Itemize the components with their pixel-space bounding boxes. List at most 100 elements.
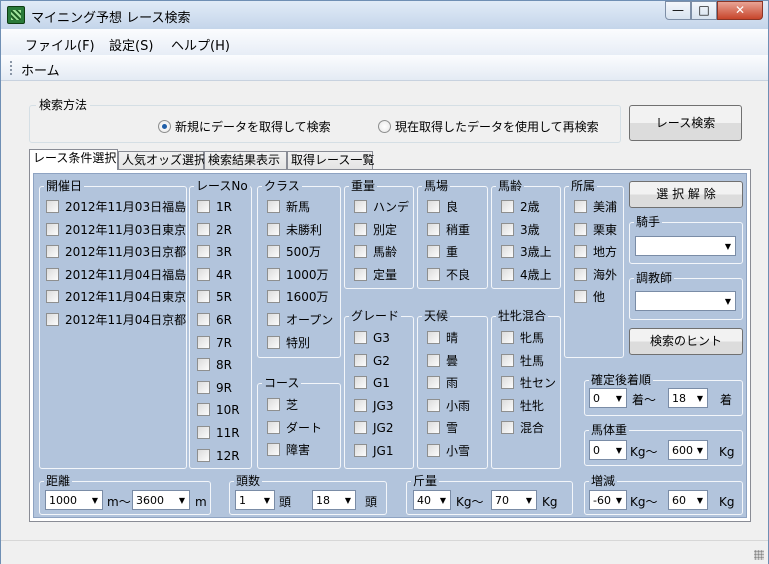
search-hint-button[interactable]: 検索のヒント	[629, 328, 743, 355]
kaisai-checkbox-label[interactable]: 2012年11月03日京都	[65, 245, 186, 259]
weather-checkbox-label[interactable]: 雪	[446, 421, 458, 435]
age-checkbox-label[interactable]: 4歳上	[520, 268, 552, 282]
race-no-checkbox[interactable]	[197, 336, 210, 349]
race-no-checkbox[interactable]	[197, 200, 210, 213]
change-from-select[interactable]: -60 ▼	[589, 490, 627, 510]
weight-type-checkbox-label[interactable]: 馬齢	[373, 245, 397, 259]
radio-new-data-label[interactable]: 新規にデータを取得して検索	[175, 120, 331, 134]
track-checkbox[interactable]	[427, 223, 440, 236]
close-button[interactable]: ✕	[717, 1, 763, 20]
track-checkbox[interactable]	[427, 245, 440, 258]
distance-to-select[interactable]: 3600 ▼	[132, 490, 190, 510]
kaisai-checkbox[interactable]	[46, 313, 59, 326]
distance-from-select[interactable]: 1000 ▼	[45, 490, 103, 510]
track-checkbox-label[interactable]: 重	[446, 245, 458, 259]
affiliation-checkbox[interactable]	[574, 200, 587, 213]
affiliation-checkbox[interactable]	[574, 223, 587, 236]
weather-checkbox[interactable]	[427, 354, 440, 367]
race-no-checkbox-label[interactable]: 3R	[216, 245, 232, 259]
race-no-checkbox-label[interactable]: 7R	[216, 336, 232, 350]
weather-checkbox-label[interactable]: 曇	[446, 354, 458, 368]
sex-checkbox[interactable]	[501, 421, 514, 434]
grade-checkbox-label[interactable]: JG1	[373, 444, 393, 458]
age-checkbox[interactable]	[501, 223, 514, 236]
menu-help[interactable]: ヘルプ(H)	[171, 35, 230, 54]
course-checkbox-label[interactable]: ダート	[286, 421, 322, 435]
race-no-checkbox[interactable]	[197, 358, 210, 371]
race-no-checkbox[interactable]	[197, 426, 210, 439]
toolbar-grip-icon[interactable]	[10, 61, 12, 75]
track-checkbox[interactable]	[427, 200, 440, 213]
resize-grip-icon[interactable]	[754, 550, 764, 560]
grade-checkbox-label[interactable]: JG2	[373, 421, 393, 435]
course-checkbox[interactable]	[267, 443, 280, 456]
grade-checkbox-label[interactable]: JG3	[373, 399, 393, 413]
grade-checkbox[interactable]	[354, 421, 367, 434]
grade-checkbox-label[interactable]: G3	[373, 331, 390, 345]
tab-race-conditions[interactable]: レース条件選択	[29, 149, 118, 170]
course-checkbox-label[interactable]: 障害	[286, 443, 310, 457]
class-checkbox-label[interactable]: 未勝利	[286, 223, 322, 237]
age-checkbox[interactable]	[501, 268, 514, 281]
weight-type-checkbox[interactable]	[354, 200, 367, 213]
weight-type-checkbox-label[interactable]: ハンデ	[373, 200, 409, 214]
class-checkbox-label[interactable]: 特別	[286, 336, 310, 350]
class-checkbox[interactable]	[267, 290, 280, 303]
affiliation-checkbox[interactable]	[574, 290, 587, 303]
change-to-select[interactable]: 60 ▼	[668, 490, 708, 510]
finish-to-select[interactable]: 18 ▼	[668, 388, 708, 408]
track-checkbox-label[interactable]: 良	[446, 200, 458, 214]
kaisai-checkbox-label[interactable]: 2012年11月03日福島	[65, 200, 186, 214]
body-weight-to-select[interactable]: 600 ▼	[668, 440, 708, 460]
tab-fetched-races[interactable]: 取得レース一覧	[287, 151, 374, 170]
race-no-checkbox-label[interactable]: 8R	[216, 358, 232, 372]
menu-settings[interactable]: 設定(S)	[109, 35, 153, 54]
weather-checkbox[interactable]	[427, 421, 440, 434]
grade-checkbox[interactable]	[354, 376, 367, 389]
weight-type-checkbox-label[interactable]: 別定	[373, 223, 397, 237]
sex-checkbox[interactable]	[501, 354, 514, 367]
kaisai-checkbox[interactable]	[46, 290, 59, 303]
class-checkbox[interactable]	[267, 200, 280, 213]
sex-checkbox[interactable]	[501, 399, 514, 412]
race-no-checkbox[interactable]	[197, 290, 210, 303]
track-checkbox-label[interactable]: 不良	[446, 268, 470, 282]
kaisai-checkbox-label[interactable]: 2012年11月04日福島	[65, 268, 186, 282]
race-no-checkbox[interactable]	[197, 245, 210, 258]
class-checkbox[interactable]	[267, 268, 280, 281]
affiliation-checkbox-label[interactable]: 他	[593, 290, 605, 304]
kinryo-to-select[interactable]: 70 ▼	[491, 490, 537, 510]
tab-search-results[interactable]: 検索結果表示	[204, 151, 287, 170]
race-no-checkbox-label[interactable]: 2R	[216, 223, 232, 237]
race-no-checkbox-label[interactable]: 11R	[216, 426, 240, 440]
sex-checkbox-label[interactable]: 牝馬	[520, 331, 544, 345]
weight-type-checkbox[interactable]	[354, 223, 367, 236]
weather-checkbox[interactable]	[427, 399, 440, 412]
weight-type-checkbox-label[interactable]: 定量	[373, 268, 397, 282]
weather-checkbox[interactable]	[427, 331, 440, 344]
age-checkbox-label[interactable]: 3歳	[520, 223, 540, 237]
class-checkbox[interactable]	[267, 313, 280, 326]
class-checkbox[interactable]	[267, 223, 280, 236]
class-checkbox-label[interactable]: オープン	[286, 313, 333, 327]
weather-checkbox-label[interactable]: 雨	[446, 376, 458, 390]
race-no-checkbox[interactable]	[197, 268, 210, 281]
kaisai-checkbox-label[interactable]: 2012年11月03日東京	[65, 223, 186, 237]
kaisai-checkbox[interactable]	[46, 268, 59, 281]
class-checkbox-label[interactable]: 1000万	[286, 268, 329, 282]
class-checkbox[interactable]	[267, 245, 280, 258]
affiliation-checkbox-label[interactable]: 栗東	[593, 223, 617, 237]
course-checkbox[interactable]	[267, 421, 280, 434]
body-weight-from-select[interactable]: 0 ▼	[589, 440, 627, 460]
radio-reuse-data-label[interactable]: 現在取得したデータを使用して再検索	[395, 120, 599, 134]
grade-checkbox-label[interactable]: G2	[373, 354, 390, 368]
weight-type-checkbox[interactable]	[354, 268, 367, 281]
grade-checkbox[interactable]	[354, 444, 367, 457]
weather-checkbox-label[interactable]: 晴	[446, 331, 458, 345]
grade-checkbox-label[interactable]: G1	[373, 376, 390, 390]
tab-popularity-odds[interactable]: 人気オッズ選択	[118, 151, 206, 170]
class-checkbox-label[interactable]: 500万	[286, 245, 321, 259]
heads-to-select[interactable]: 18 ▼	[312, 490, 356, 510]
sex-checkbox-label[interactable]: 混合	[520, 421, 544, 435]
race-no-checkbox-label[interactable]: 10R	[216, 403, 240, 417]
